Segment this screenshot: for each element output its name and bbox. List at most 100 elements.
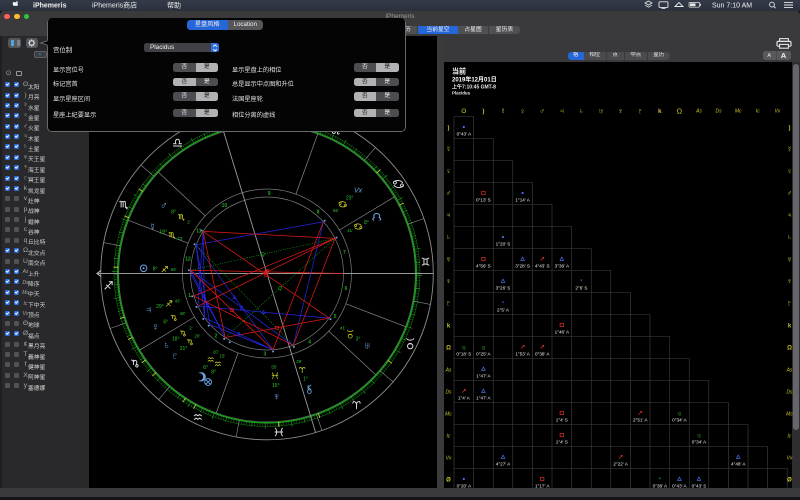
svg-text:2°6' S: 2°6' S: [575, 285, 587, 290]
svg-text:♃: ♃: [787, 211, 793, 220]
svg-text:8°: 8°: [211, 370, 216, 376]
svg-text:4: 4: [308, 339, 311, 345]
svg-text:♀: ♀: [151, 321, 159, 333]
svg-text:41': 41': [347, 228, 353, 233]
svg-text:): ): [482, 108, 484, 115]
svg-text:20': 20': [213, 349, 219, 354]
svg-text:1°: 1°: [303, 377, 308, 383]
svg-text:☿: ☿: [500, 107, 506, 116]
svg-text:♇: ♇: [171, 350, 179, 362]
svg-text:6°: 6°: [203, 365, 208, 371]
svg-text:Q: Q: [678, 411, 682, 416]
svg-text:iPhemeris: iPhemeris: [33, 2, 67, 9]
svg-text:22': 22': [177, 236, 183, 241]
svg-text:12: 12: [185, 257, 191, 263]
svg-text:3°28' S: 3°28' S: [515, 263, 530, 268]
svg-text:k: k: [658, 108, 662, 115]
svg-text:1°4' A: 1°4' A: [458, 395, 471, 400]
svg-text:4°48' A: 4°48' A: [731, 461, 746, 466]
svg-text:Q: Q: [462, 345, 466, 350]
svg-text:♅: ♅: [363, 340, 371, 352]
svg-text:Ds: Ds: [716, 109, 723, 115]
svg-text:2': 2': [189, 325, 192, 330]
svg-text:0°38' A: 0°38' A: [535, 351, 550, 356]
svg-text:♄: ♄: [787, 233, 793, 242]
svg-text:k: k: [447, 324, 451, 330]
svg-text:15': 15': [220, 353, 226, 358]
svg-text:1°20' S: 1°20' S: [496, 241, 511, 246]
svg-text:11: 11: [196, 229, 202, 235]
svg-text:Mc: Mc: [735, 109, 742, 115]
svg-text:Mc: Mc: [445, 412, 452, 418]
svg-text:♂: ♂: [539, 107, 545, 116]
svg-text:2': 2': [187, 220, 190, 225]
svg-text:♅: ♅: [446, 255, 452, 264]
svg-text:♆: ♆: [787, 277, 793, 286]
svg-text:1°4' S: 1°4' S: [556, 417, 568, 422]
svg-text:♂: ♂: [787, 189, 793, 198]
svg-text:6: 6: [345, 286, 348, 292]
svg-text:♃: ♃: [559, 107, 565, 116]
svg-text:Ds: Ds: [786, 390, 793, 396]
svg-text:18°: 18°: [172, 336, 180, 342]
svg-text:Q: Q: [278, 286, 282, 292]
svg-text:Ic: Ic: [447, 434, 451, 440]
svg-text:1°53' A: 1°53' A: [515, 351, 530, 356]
svg-text:Ω: Ω: [787, 346, 792, 352]
svg-text:0°25' A: 0°25' A: [476, 351, 491, 356]
svg-text:ʘ: ʘ: [461, 108, 466, 115]
svg-text:♃: ♃: [145, 304, 153, 316]
svg-text:15°: 15°: [272, 383, 280, 389]
svg-text:As: As: [445, 368, 452, 374]
svg-text:0°18' S: 0°18' S: [456, 351, 471, 356]
svg-text:0°43' A: 0°43' A: [457, 131, 472, 136]
svg-text:As: As: [695, 109, 702, 115]
svg-text:4°43' S: 4°43' S: [535, 263, 550, 268]
svg-text:1°46' A: 1°46' A: [555, 329, 570, 334]
svg-text:iPhemeris商店: iPhemeris商店: [92, 0, 137, 9]
svg-text:8°: 8°: [171, 210, 176, 216]
svg-text:Vx: Vx: [774, 109, 780, 115]
svg-text:29°: 29°: [156, 304, 164, 310]
svg-text:☿: ☿: [446, 145, 452, 154]
svg-text:♄: ♄: [579, 107, 585, 116]
svg-text:Vx: Vx: [354, 188, 363, 195]
svg-text:帮助: 帮助: [167, 0, 181, 9]
svg-text:♆: ♆: [618, 107, 624, 116]
svg-text:Ø: Ø: [787, 478, 792, 484]
svg-text:Sun 7:10 AM: Sun 7:10 AM: [712, 2, 752, 9]
svg-text:0°34' A: 0°34' A: [692, 439, 707, 444]
svg-text:29': 29': [296, 359, 302, 364]
svg-text:♅: ♅: [787, 255, 793, 264]
svg-text:2019年12月01日: 2019年12月01日: [452, 76, 497, 84]
svg-text:1°4' S: 1°4' S: [556, 439, 568, 444]
svg-text:4°56' S: 4°56' S: [476, 263, 491, 268]
svg-text:4°27' A: 4°27' A: [496, 461, 511, 466]
svg-text:♇: ♇: [637, 107, 643, 116]
svg-text:☿: ☿: [787, 145, 793, 154]
svg-text:6°: 6°: [163, 319, 168, 325]
svg-text:♄: ♄: [163, 340, 171, 352]
svg-text:♂: ♂: [160, 200, 168, 212]
svg-text:8: 8: [317, 209, 320, 215]
svg-text:): ): [789, 126, 791, 132]
svg-text:☿: ☿: [149, 222, 157, 234]
svg-text:Q: Q: [482, 345, 486, 350]
svg-text:7: 7: [343, 250, 346, 256]
svg-text:Ø: Ø: [446, 478, 451, 484]
svg-text:Ω: Ω: [677, 107, 683, 116]
svg-text:23°: 23°: [346, 196, 354, 202]
svg-text:上午7:10:45 GMT-8: 上午7:10:45 GMT-8: [452, 84, 496, 91]
svg-text:♅: ♅: [598, 107, 604, 116]
svg-text:♂: ♂: [446, 189, 452, 198]
svg-text:♇: ♇: [787, 299, 793, 308]
svg-text:3°26' S: 3°26' S: [496, 285, 511, 290]
svg-text:56': 56': [333, 208, 339, 213]
svg-text:Ic: Ic: [756, 109, 760, 115]
svg-text:2: 2: [215, 333, 218, 339]
svg-text:9: 9: [268, 191, 271, 197]
svg-text:2°5' A: 2°5' A: [497, 307, 510, 312]
svg-text:19°: 19°: [159, 229, 167, 235]
svg-text:k: k: [788, 324, 792, 330]
svg-text:2°51' A: 2°51' A: [633, 417, 648, 422]
